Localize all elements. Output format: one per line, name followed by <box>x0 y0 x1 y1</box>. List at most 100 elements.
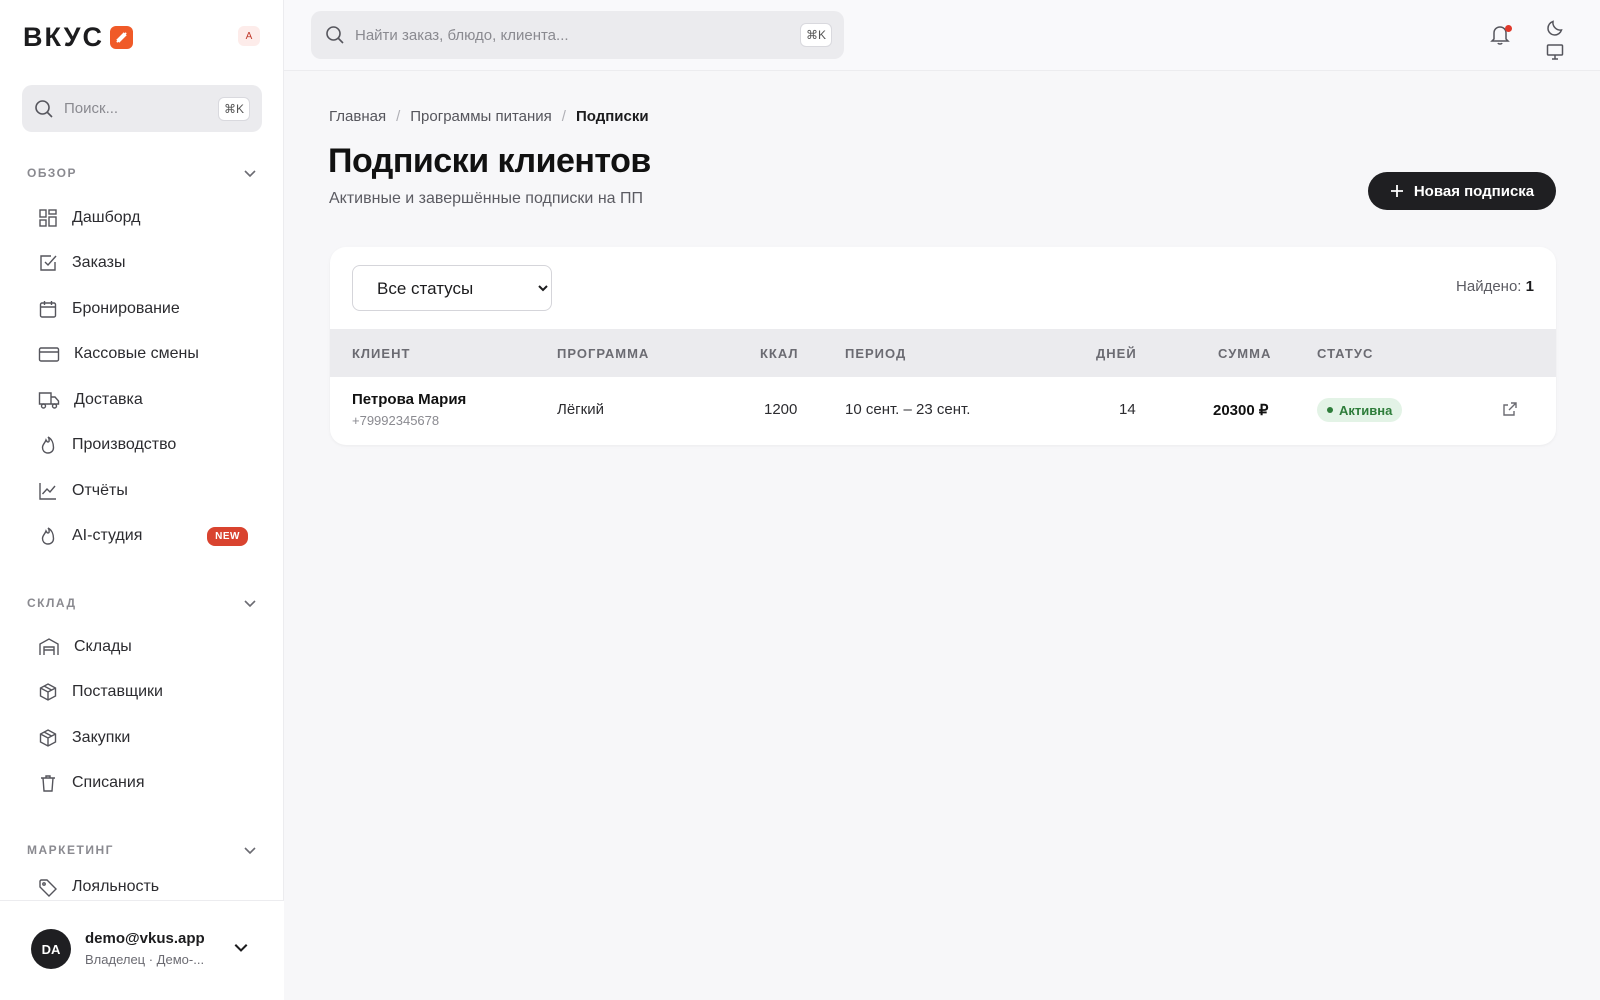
kcal-cell: 1200 <box>764 401 798 418</box>
sidebar-item-reports[interactable]: Отчёты <box>38 471 248 511</box>
column-period[interactable]: ПЕРИОД <box>845 346 906 361</box>
external-link-icon[interactable] <box>1502 401 1518 417</box>
workspace-badge[interactable]: A <box>238 26 260 46</box>
chart-icon <box>39 483 56 500</box>
status-filter-select[interactable]: Все статусы <box>352 265 552 311</box>
column-kcal[interactable]: ККАЛ <box>760 346 799 361</box>
table-row[interactable]: Петрова Мария +79992345678 Лёгкий 1200 1… <box>330 377 1556 445</box>
table-header: КЛИЕНТ ПРОГРАММА ККАЛ ПЕРИОД ДНЕЙ СУММА … <box>330 329 1556 377</box>
chevron-down-icon <box>234 943 248 952</box>
program-cell: Лёгкий <box>557 401 604 418</box>
avatar: DA <box>31 929 71 969</box>
sidebar-item-label: Склады <box>74 638 132 655</box>
sidebar-item-label: Отчёты <box>72 482 128 499</box>
global-search-input[interactable]: Найти заказ, блюдо, клиента... ⌘K <box>311 11 844 59</box>
period-cell: 10 сент. – 23 сент. <box>845 401 971 418</box>
chevron-down-icon <box>244 600 256 608</box>
sidebar-item-label: Дашборд <box>72 209 141 226</box>
user-role: Владелец · Демо-... <box>85 952 205 967</box>
shortcut-hint: ⌘K <box>217 96 250 121</box>
flame-icon <box>41 436 55 454</box>
sidebar-item-orders[interactable]: Заказы <box>38 243 248 283</box>
tag-icon <box>39 879 57 897</box>
client-phone: +79992345678 <box>352 413 440 428</box>
plus-icon <box>1390 185 1403 197</box>
breadcrumb-separator: / <box>396 108 401 125</box>
status-badge: Активна <box>1317 398 1403 422</box>
brand-name: ВКУС <box>23 22 104 52</box>
column-sum[interactable]: СУММА <box>1218 346 1271 361</box>
sum-cell: 20300 ₽ <box>1213 402 1269 419</box>
chevron-down-icon <box>244 847 256 855</box>
sidebar-item-suppliers[interactable]: Поставщики <box>38 672 248 712</box>
breadcrumb-current: Подписки <box>575 108 649 125</box>
sidebar-item-production[interactable]: Производство <box>38 425 248 465</box>
brand-logo[interactable]: ВКУС <box>23 22 133 53</box>
sidebar-item-warehouses[interactable]: Склады <box>38 627 248 667</box>
sidebar-item-booking[interactable]: Бронирование <box>38 289 248 329</box>
dashboard-icon <box>39 209 57 227</box>
search-icon <box>35 99 53 118</box>
page-subtitle: Активные и завершённые подписки на ПП <box>329 190 643 207</box>
sidebar-item-ai-studio[interactable]: AI-студия NEW <box>38 516 248 556</box>
page-title: Подписки клиентов <box>328 142 651 180</box>
found-count: Найдено: 1 <box>1456 278 1534 295</box>
warehouse-icon <box>39 638 59 655</box>
moon-icon[interactable] <box>1546 19 1564 37</box>
new-subscription-label: Новая подписка <box>1413 182 1535 200</box>
sidebar-item-label: Списания <box>72 774 145 791</box>
sidebar-item-write-offs[interactable]: Списания <box>38 763 248 803</box>
trash-icon <box>41 775 55 792</box>
sidebar-item-delivery[interactable]: Доставка <box>38 380 248 420</box>
days-cell: 14 <box>1119 401 1136 418</box>
calendar-icon <box>39 301 57 318</box>
sidebar-item-label: Закупки <box>72 729 131 746</box>
new-badge: NEW <box>207 526 248 546</box>
found-value: 1 <box>1525 278 1534 295</box>
section-title: МАРКЕТИНГ <box>27 843 114 857</box>
sidebar-item-purchases[interactable]: Закупки <box>38 718 248 758</box>
section-warehouse[interactable]: СКЛАД <box>27 596 257 610</box>
search-icon <box>326 26 344 44</box>
section-title: ОБЗОР <box>27 166 77 180</box>
subscriptions-card: Все статусы Найдено: 1 КЛИЕНТ ПРОГРАММА … <box>330 247 1556 445</box>
client-name: Петрова Мария <box>352 391 467 408</box>
sidebar-item-label: Производство <box>72 436 177 453</box>
section-overview[interactable]: ОБЗОР <box>27 166 257 180</box>
section-title: СКЛАД <box>27 596 77 610</box>
sidebar-item-label: Заказы <box>72 254 126 271</box>
shortcut-hint: ⌘K <box>799 23 832 47</box>
sidebar-search-placeholder: Поиск... <box>64 100 119 117</box>
sidebar-item-label: Доставка <box>74 391 143 408</box>
column-days[interactable]: ДНЕЙ <box>1096 346 1137 361</box>
sidebar-item-cash-shifts[interactable]: Кассовые смены <box>38 334 248 374</box>
sidebar: ВКУС A Поиск... ⌘K ОБЗОР Дашборд Заказы … <box>0 0 284 1000</box>
box-icon <box>39 683 57 701</box>
found-label: Найдено: <box>1456 278 1522 295</box>
breadcrumb: Главная / Программы питания / Подписки <box>329 108 649 125</box>
brand-mark-icon <box>109 26 133 49</box>
section-marketing[interactable]: МАРКЕТИНГ <box>27 843 257 857</box>
global-search-placeholder: Найти заказ, блюдо, клиента... <box>355 26 569 44</box>
sidebar-item-dashboard[interactable]: Дашборд <box>38 198 248 238</box>
sidebar-item-loyalty[interactable]: Лояльность <box>38 874 248 900</box>
sidebar-search-input[interactable]: Поиск... ⌘K <box>22 85 262 132</box>
card-icon <box>38 347 60 362</box>
column-client[interactable]: КЛИЕНТ <box>352 346 410 361</box>
breadcrumb-home[interactable]: Главная <box>329 108 386 125</box>
column-program[interactable]: ПРОГРАММА <box>557 346 649 361</box>
sidebar-item-label: Бронирование <box>72 300 180 317</box>
topbar: Найти заказ, блюдо, клиента... ⌘K <box>284 0 1600 71</box>
truck-icon <box>38 392 60 409</box>
notification-dot <box>1505 25 1512 32</box>
monitor-icon[interactable] <box>1546 43 1564 61</box>
chevron-down-icon <box>244 170 256 178</box>
new-subscription-button[interactable]: Новая подписка <box>1368 172 1556 210</box>
flame-icon <box>41 527 55 545</box>
sidebar-item-label: Лояльность <box>72 878 160 895</box>
breadcrumb-programs[interactable]: Программы питания <box>410 108 552 125</box>
status-dot <box>1327 407 1333 413</box>
column-status[interactable]: СТАТУС <box>1317 346 1373 361</box>
user-menu[interactable]: DA demo@vkus.app Владелец · Демо-... <box>0 900 284 1000</box>
breadcrumb-separator: / <box>561 108 566 125</box>
